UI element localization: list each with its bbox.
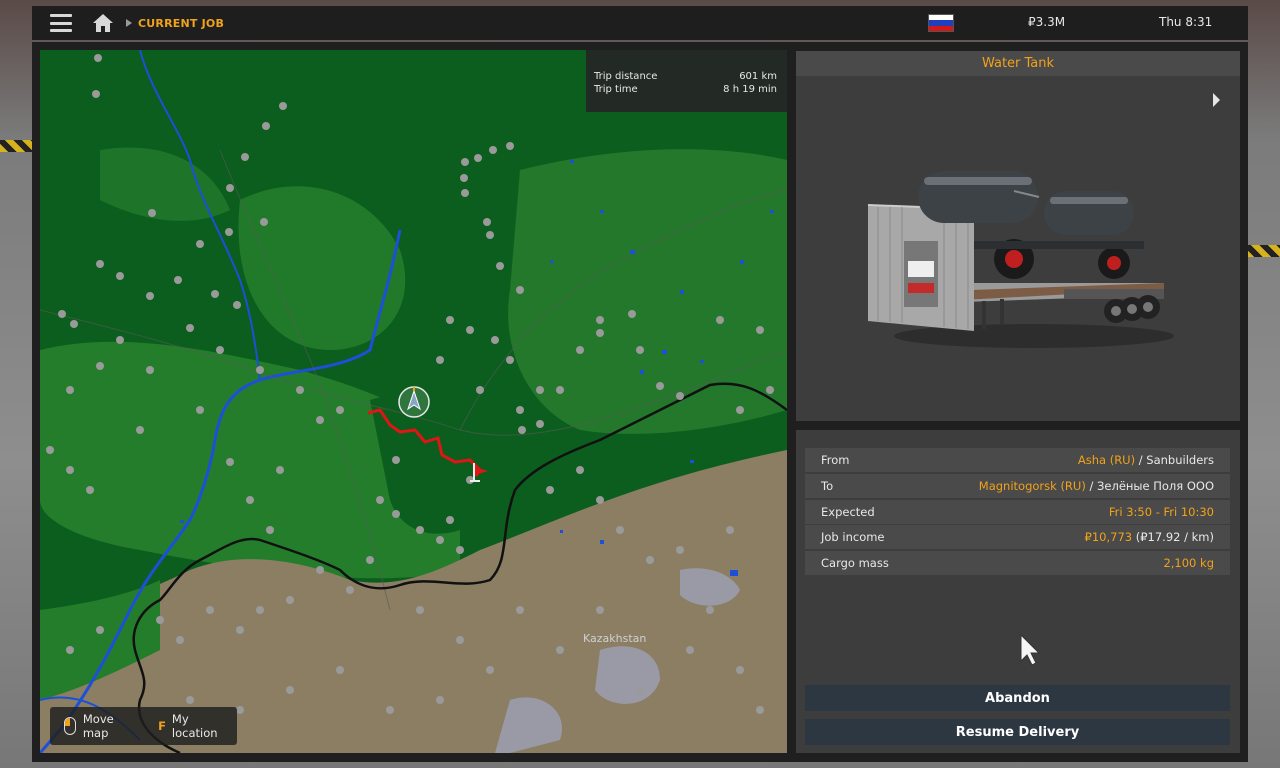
- income-rate: (₽17.92 / km): [1132, 530, 1214, 544]
- breadcrumb[interactable]: CURRENT JOB: [138, 17, 224, 30]
- detail-row-from: From Asha (RU) / Sanbuilders: [805, 448, 1230, 472]
- map-region-label: Kazakhstan: [583, 632, 647, 645]
- money-balance: ₽3.3M: [1028, 15, 1066, 29]
- from-value: Asha (RU) / Sanbuilders: [1078, 453, 1214, 467]
- route-map[interactable]: Trip distance 601 km Trip time 8 h 19 mi…: [40, 50, 787, 753]
- trailer-image: [867, 171, 1174, 348]
- from-company: / Sanbuilders: [1135, 453, 1214, 467]
- next-arrow-icon[interactable]: [1213, 93, 1220, 107]
- home-icon[interactable]: [92, 13, 114, 33]
- cursor-icon: [1020, 633, 1041, 666]
- truck-position-icon: [398, 386, 430, 418]
- top-bar: CURRENT JOB ₽3.3M Thu 8:31: [32, 6, 1248, 40]
- map-controls-hint: Move map F My location: [50, 707, 237, 745]
- mass-label: Cargo mass: [821, 556, 889, 570]
- abandon-button[interactable]: Abandon: [805, 685, 1230, 711]
- expected-value: Fri 3:50 - Fri 10:30: [1108, 505, 1214, 519]
- from-label: From: [821, 453, 850, 467]
- expected-label: Expected: [821, 505, 875, 519]
- russia-flag-icon: [928, 14, 954, 32]
- destination-flag-icon: [470, 463, 488, 482]
- to-city: Magnitogorsk (RU): [978, 479, 1086, 493]
- detail-row-to: To Magnitogorsk (RU) / Зелёные Поля ООО: [805, 474, 1230, 498]
- from-city: Asha (RU): [1077, 453, 1136, 467]
- detail-row-mass: Cargo mass 2,100 kg: [805, 551, 1230, 575]
- trip-summary: Trip distance 601 km Trip time 8 h 19 mi…: [586, 50, 787, 112]
- game-clock: Thu 8:31: [1159, 15, 1213, 29]
- to-value: Magnitogorsk (RU) / Зелёные Поля ООО: [979, 479, 1214, 493]
- my-location-hint[interactable]: My location: [172, 712, 237, 740]
- detail-row-expected: Expected Fri 3:50 - Fri 10:30: [805, 500, 1230, 524]
- breadcrumb-arrow-icon: [126, 19, 132, 27]
- cargo-preview-panel: Water Tank: [796, 51, 1240, 421]
- trip-distance-label: Trip distance: [594, 71, 658, 82]
- income-amount: ₽10,773: [1084, 530, 1133, 544]
- trip-time-label: Trip time: [594, 84, 638, 95]
- mass-value: 2,100 kg: [1163, 556, 1214, 570]
- income-value: ₽10,773 (₽17.92 / km): [1085, 530, 1214, 544]
- to-label: To: [821, 479, 834, 493]
- income-label: Job income: [821, 530, 885, 544]
- job-details-panel: From Asha (RU) / Sanbuilders To Magnitog…: [796, 430, 1240, 753]
- cargo-title: Water Tank: [796, 51, 1240, 76]
- to-company: / Зелёные Поля ООО: [1085, 479, 1214, 493]
- detail-row-income: Job income ₽10,773 (₽17.92 / km): [805, 525, 1230, 549]
- menu-icon[interactable]: [50, 14, 72, 32]
- mouse-icon: [64, 717, 76, 735]
- move-map-hint: Move map: [82, 712, 114, 740]
- hazard-stripe: [1246, 245, 1280, 257]
- hazard-stripe: [0, 140, 34, 152]
- trip-distance-value: 601 km: [739, 71, 777, 82]
- trip-time-value: 8 h 19 min: [723, 84, 777, 95]
- key-hint: F: [158, 719, 166, 733]
- resume-delivery-button[interactable]: Resume Delivery: [805, 719, 1230, 745]
